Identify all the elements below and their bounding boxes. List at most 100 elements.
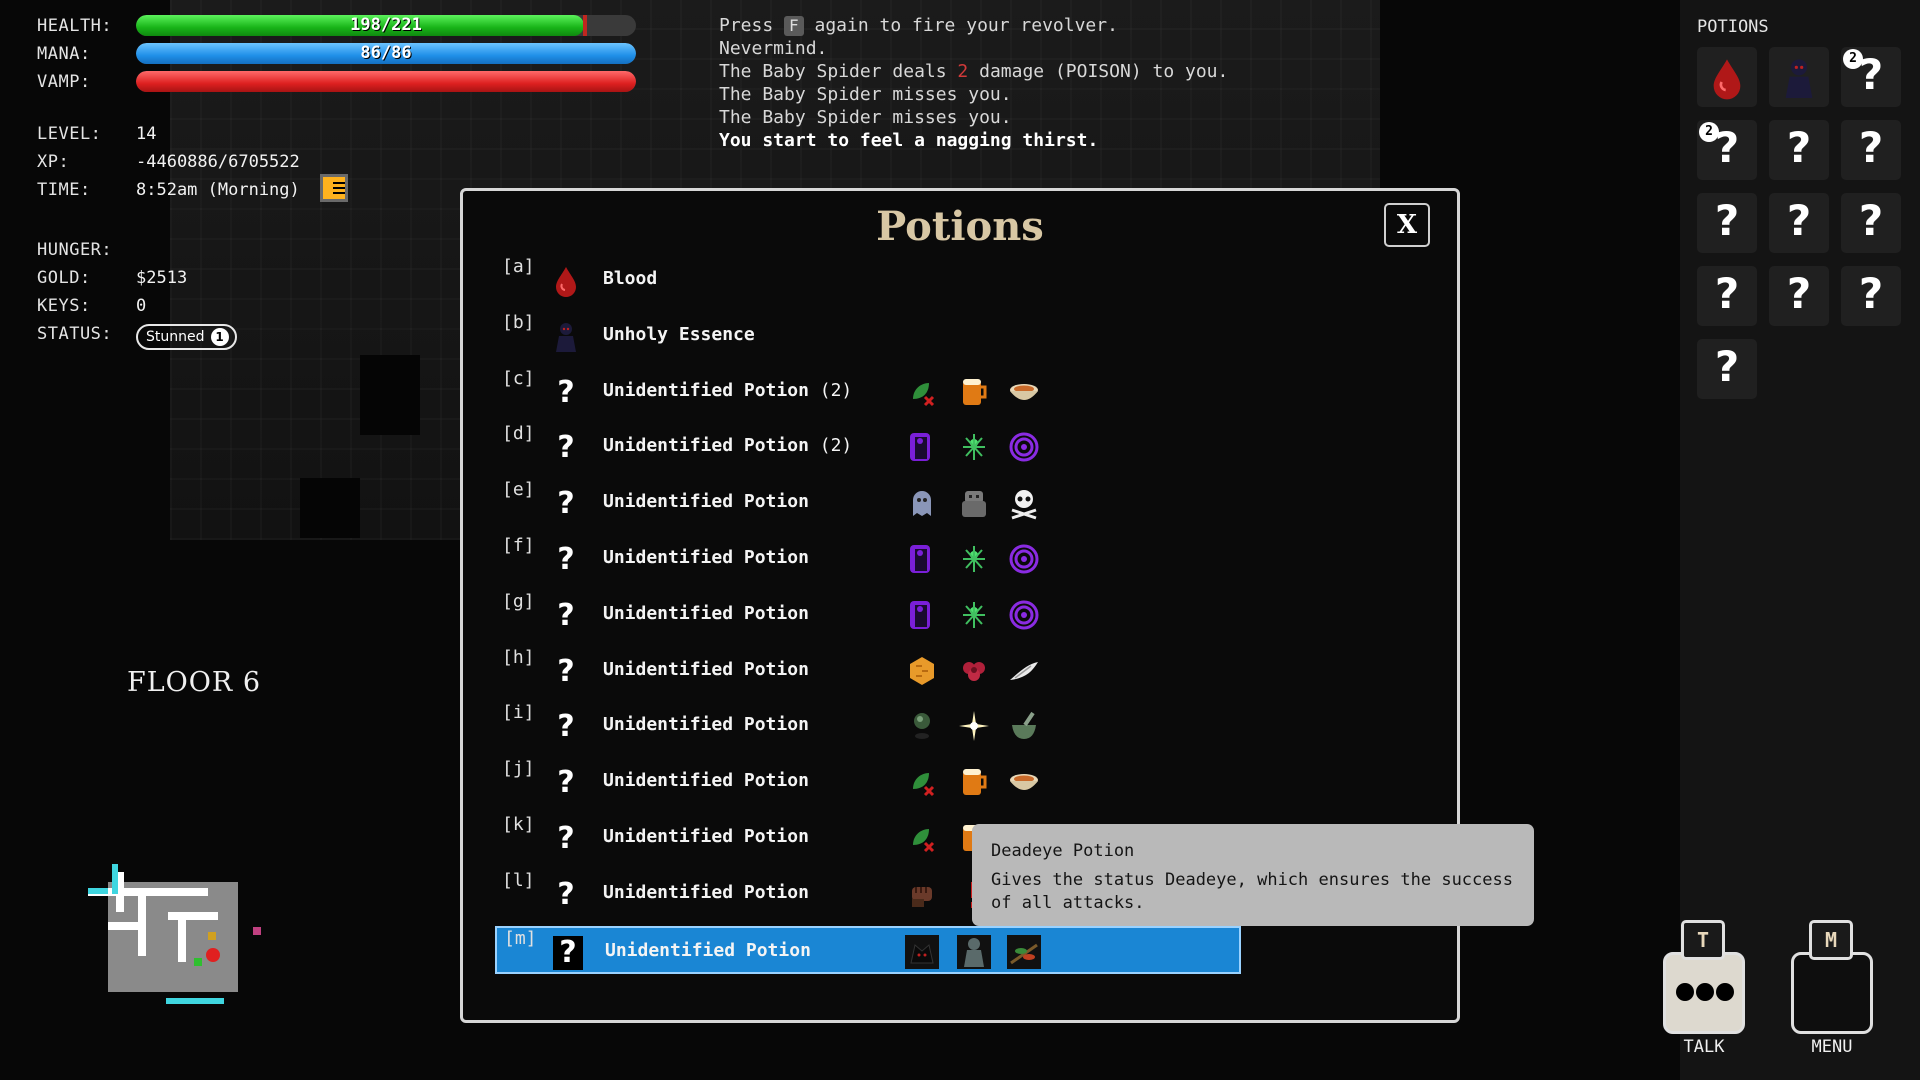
potion-slot[interactable]: ? [1697,339,1757,399]
potion-slot[interactable]: ? 2 [1697,120,1757,180]
potion-tooltip: Deadeye Potion Gives the status Deadeye,… [972,824,1534,926]
potion-slot[interactable]: ? 2 [1841,47,1901,107]
herb-icon[interactable] [1007,934,1041,969]
beer-mug-icon[interactable] [957,375,991,409]
row-hotkey: [g] [502,590,535,612]
purple-spiral-icon[interactable] [1007,430,1041,464]
potion-row-d[interactable]: [d]? Unidentified Potion (2) [495,423,1241,471]
potion-slot[interactable]: ? [1697,193,1757,253]
green-sparkle-icon[interactable] [957,598,991,632]
stone-golem-icon[interactable] [957,486,991,520]
ghost-icon[interactable] [905,486,939,520]
skull-crossbones-icon[interactable] [1007,486,1041,520]
potion-slot-count: 2 [1699,122,1719,142]
potion-slot[interactable] [1697,47,1757,107]
talk-hotkey: T [1681,920,1725,960]
poison-leaf-icon[interactable] [905,375,939,409]
potion-row-a[interactable]: [a] Blood [495,256,1241,304]
potion-name: Unidentified Potion (2) [603,379,853,401]
potion-row-i[interactable]: [i]? Unidentified Potion [495,702,1241,750]
dark-creature-icon[interactable] [905,934,939,969]
purple-door-icon[interactable] [905,430,939,464]
potion-slot[interactable]: ? [1769,266,1829,326]
potion-slot[interactable]: ? [1841,266,1901,326]
row-hotkey: [f] [502,535,535,556]
row-hotkey: [l] [502,869,535,891]
potion-slot[interactable] [1769,47,1829,107]
light-burst-icon[interactable] [957,709,991,743]
question-icon: ? [557,765,575,801]
potion-row-m[interactable]: [m]? Unidentified Potion [495,925,1241,974]
message-log: Press F again to fire your revolver. Nev… [719,14,1228,152]
question-icon: ? [557,486,575,522]
potion-row-c[interactable]: [c]? Unidentified Potion (2) [495,368,1241,416]
question-icon: ? [557,876,575,912]
potion-slot[interactable]: ? [1697,266,1757,326]
question-icon: ? [557,653,575,689]
minimap[interactable] [88,862,273,1012]
potion-name: Unidentified Potion [605,939,811,961]
purple-spiral-icon[interactable] [1007,598,1041,632]
potion-row-f[interactable]: [f]? Unidentified Potion [495,535,1241,583]
health-value: 198/221 [350,15,422,35]
green-sparkle-icon[interactable] [957,430,991,464]
purple-spiral-icon[interactable] [1007,542,1041,576]
time-label: TIME: [37,180,91,200]
stone-figure-icon[interactable] [957,934,991,969]
potion-slot[interactable]: ? [1841,193,1901,253]
health-label: HEALTH: [37,16,113,36]
beer-mug-icon[interactable] [957,765,991,799]
red-flower-icon[interactable] [957,654,991,688]
poison-leaf-icon[interactable] [905,765,939,799]
menu-button[interactable] [1791,952,1873,1034]
row-hotkey: [j] [502,758,535,780]
potion-slot[interactable]: ? [1769,193,1829,253]
close-button[interactable]: X [1384,203,1430,247]
potion-slot-count: 2 [1843,49,1863,69]
log-line: The Baby Spider deals 2 damage (POISON) … [719,61,1229,82]
potion-count: (2) [808,435,853,457]
hunger-label: HUNGER: [37,240,113,260]
xp-value: -4460886/6705522 [136,152,300,172]
potion-name: Blood [603,268,658,289]
food-bowl-icon[interactable] [1007,765,1041,799]
level-label: LEVEL: [37,124,102,144]
poison-leaf-icon[interactable] [905,821,939,855]
gold-value: $2513 [136,268,188,288]
log-line: The Baby Spider misses you. [719,107,1012,128]
green-orb-icon[interactable] [905,709,939,743]
potions-panel-header: POTIONS [1697,17,1769,37]
question-icon: ? [1858,269,1884,318]
potion-row-h[interactable]: [h]? Unidentified Potion [495,647,1241,695]
potion-row-e[interactable]: [e]? Unidentified Potion [495,479,1241,527]
potion-name: Unidentified Potion [603,826,809,847]
status-badge[interactable]: Stunned 1 [136,324,237,350]
wing-icon[interactable] [1007,654,1041,688]
row-hotkey: [c] [502,367,535,389]
log-line: Nevermind. [719,38,828,59]
fist-icon[interactable] [905,877,939,911]
talk-label: TALK [1683,1037,1725,1057]
mortar-pestle-icon[interactable] [1007,709,1041,743]
blood-drop-icon [1707,55,1747,101]
status-name: Stunned [146,329,205,345]
green-sparkle-icon[interactable] [957,542,991,576]
potion-row-b[interactable]: [b] Unholy Essence [495,312,1241,360]
question-icon: ? [557,597,575,633]
question-icon: ? [557,374,575,410]
potion-row-g[interactable]: [g]? Unidentified Potion [495,591,1241,639]
potion-name: Unidentified Potion [603,881,809,903]
level-value: 14 [136,124,157,144]
potion-slot[interactable]: ? [1841,120,1901,180]
honeycomb-icon[interactable] [905,654,939,688]
talk-button[interactable] [1663,952,1745,1034]
potion-row-j[interactable]: [j]? Unidentified Potion [495,758,1241,806]
question-icon: ? [1786,196,1812,245]
potion-name: Unidentified Potion (2) [603,435,853,457]
journal-icon[interactable] [320,174,348,202]
potion-slot[interactable]: ? [1769,120,1829,180]
question-icon: ? [557,709,575,745]
purple-door-icon[interactable] [905,598,939,632]
food-bowl-icon[interactable] [1007,375,1041,409]
purple-door-icon[interactable] [905,542,939,576]
